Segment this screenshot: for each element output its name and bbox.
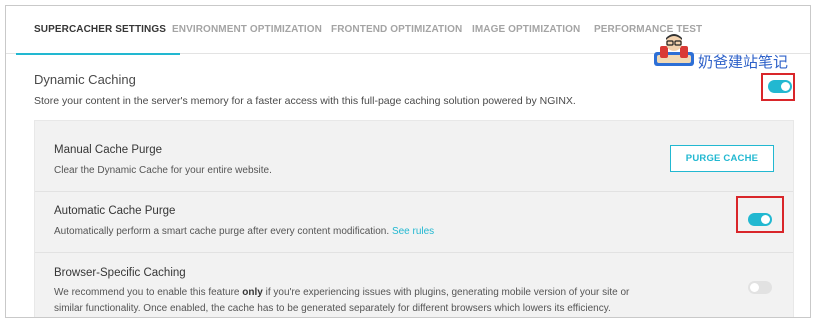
automatic-purge-description-wrap: Automatically perform a smart cache purg… bbox=[54, 224, 434, 240]
tab-label: IMAGE OPTIMIZATION bbox=[472, 24, 581, 35]
watermark: 奶爸建站笔记 bbox=[654, 34, 804, 74]
row-divider bbox=[35, 191, 793, 192]
tab-environment-optimization[interactable]: ENVIRONMENT OPTIMIZATION bbox=[172, 6, 322, 54]
toggle-knob bbox=[750, 283, 759, 292]
row-divider bbox=[35, 252, 793, 253]
dynamic-caching-description: Store your content in the server's memor… bbox=[34, 95, 576, 107]
active-tab-underline bbox=[16, 53, 181, 55]
see-rules-link[interactable]: See rules bbox=[392, 226, 434, 237]
watermark-avatar-icon bbox=[654, 34, 694, 66]
manual-purge-title: Manual Cache Purge bbox=[54, 144, 163, 156]
tab-frontend-optimization[interactable]: FRONTEND OPTIMIZATION bbox=[331, 6, 462, 54]
automatic-purge-toggle[interactable] bbox=[748, 213, 772, 226]
purge-cache-button[interactable]: PURGE CACHE bbox=[670, 145, 774, 172]
browser-caching-desc-part: We recommend you to enable this feature bbox=[54, 287, 243, 298]
cache-options-panel: Manual Cache Purge Clear the Dynamic Cac… bbox=[34, 120, 794, 317]
browser-caching-toggle[interactable] bbox=[748, 281, 772, 294]
browser-caching-description: We recommend you to enable this feature … bbox=[54, 285, 639, 317]
tab-label: FRONTEND OPTIMIZATION bbox=[331, 24, 463, 35]
automatic-purge-title: Automatic Cache Purge bbox=[54, 205, 176, 217]
manual-purge-description: Clear the Dynamic Cache for your entire … bbox=[54, 165, 272, 176]
plugin-settings-frame: SUPERCACHER SETTINGS ENVIRONMENT OPTIMIZ… bbox=[5, 5, 811, 318]
browser-caching-title: Browser-Specific Caching bbox=[54, 267, 186, 279]
dynamic-caching-toggle[interactable] bbox=[768, 80, 792, 93]
tab-label: ENVIRONMENT OPTIMIZATION bbox=[172, 24, 322, 35]
tab-image-optimization[interactable]: IMAGE OPTIMIZATION bbox=[472, 6, 580, 54]
browser-caching-desc-bold: only bbox=[242, 287, 263, 298]
tab-supercacher-settings[interactable]: SUPERCACHER SETTINGS bbox=[16, 6, 181, 55]
dynamic-caching-title: Dynamic Caching bbox=[34, 72, 136, 87]
toggle-knob bbox=[761, 215, 770, 224]
automatic-purge-description: Automatically perform a smart cache purg… bbox=[54, 226, 390, 237]
watermark-text: 奶爸建站笔记 bbox=[698, 53, 789, 71]
tab-label: SUPERCACHER SETTINGS bbox=[34, 24, 167, 35]
toggle-knob bbox=[781, 82, 790, 91]
